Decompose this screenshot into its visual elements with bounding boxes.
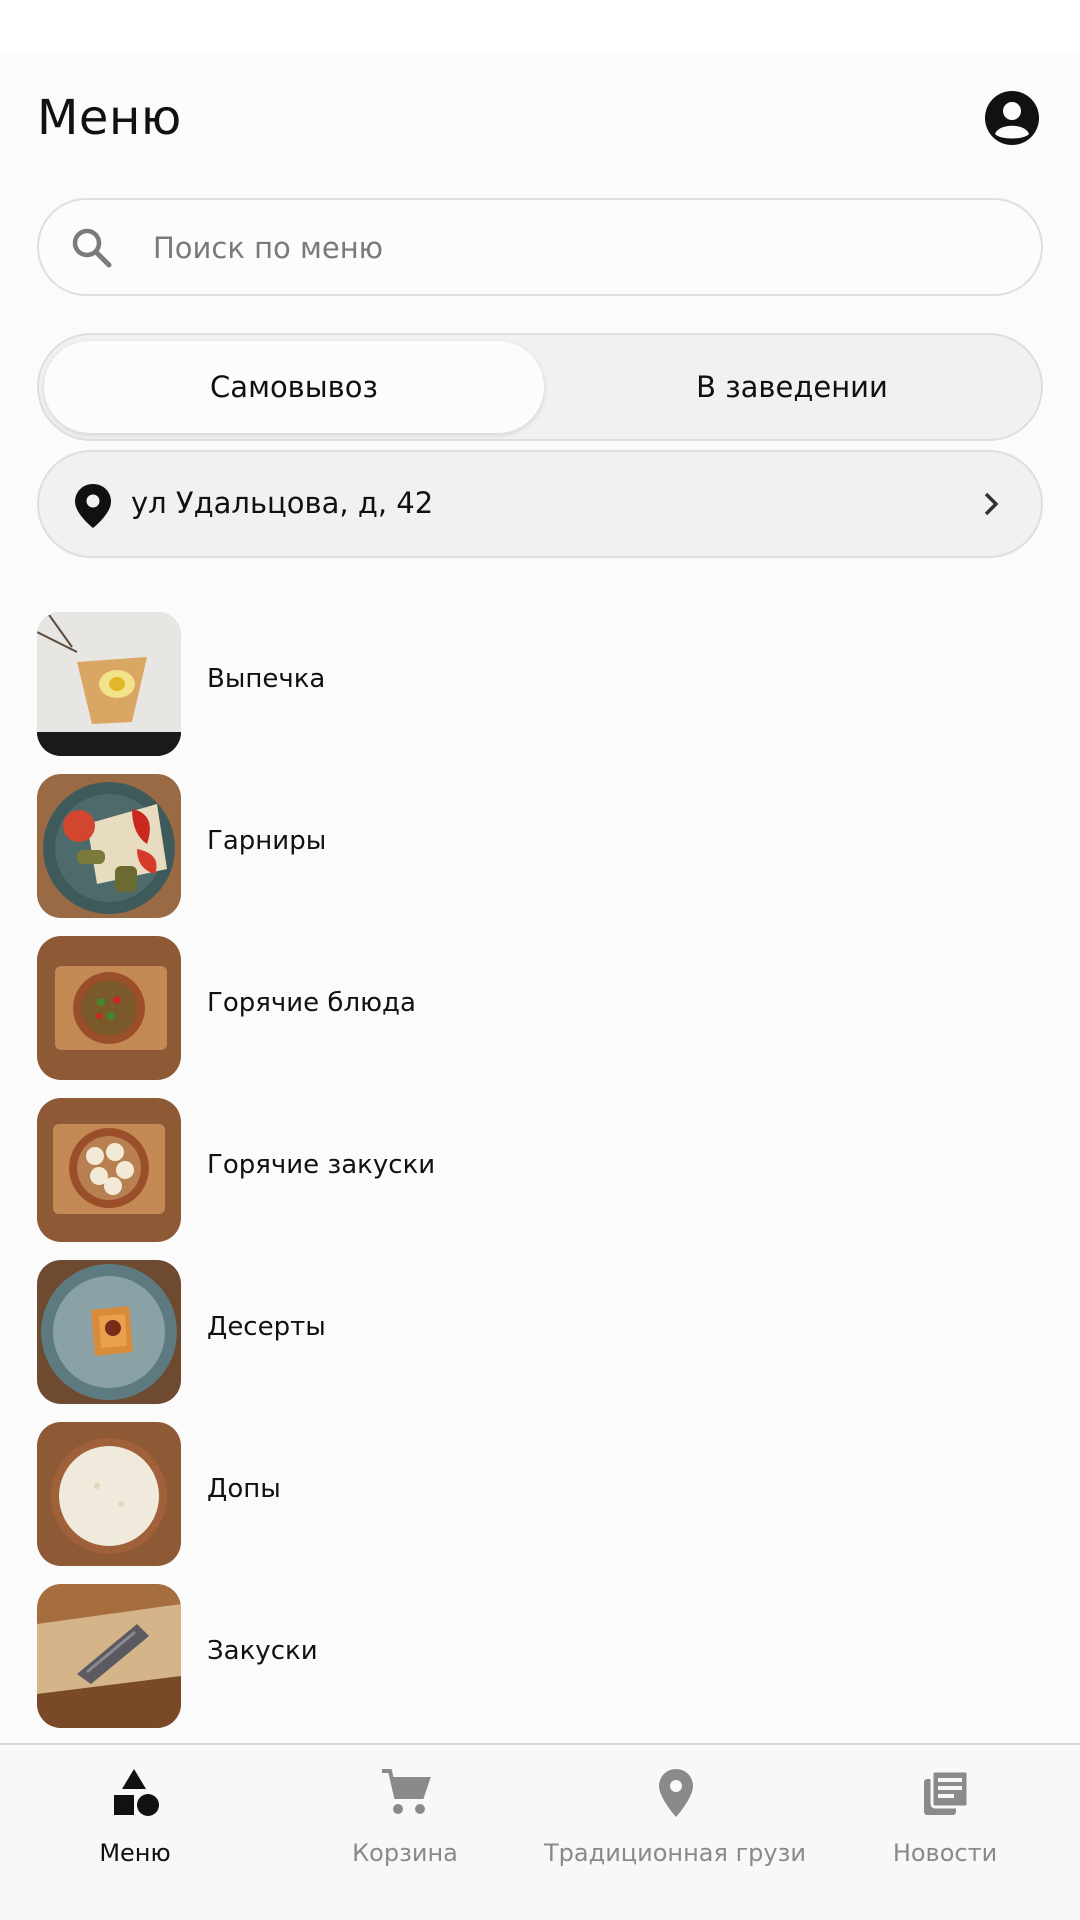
category-item-sides[interactable]: Гарниры — [0, 772, 1080, 934]
bottom-navigation: Меню Корзина Традиционная грузи Новости — [0, 1743, 1080, 1920]
category-image — [37, 1098, 181, 1242]
location-pin-icon — [659, 1769, 693, 1817]
category-item-pastry[interactable]: Выпечка — [0, 610, 1080, 772]
news-icon — [924, 1769, 970, 1815]
page-title: Меню — [37, 90, 182, 146]
search-bar[interactable] — [37, 198, 1043, 296]
category-label: Горячие закуски — [207, 1150, 436, 1180]
shapes-icon — [114, 1769, 159, 1816]
nav-item-menu[interactable]: Меню — [0, 1745, 270, 1895]
category-item-snacks[interactable]: Закуски — [0, 1582, 1080, 1744]
search-input[interactable] — [153, 222, 1013, 274]
category-image — [37, 1260, 181, 1404]
account-circle-icon — [985, 91, 1039, 145]
nav-label: Традиционная грузи — [544, 1839, 806, 1867]
category-label: Закуски — [207, 1636, 318, 1666]
nav-label: Меню — [99, 1839, 171, 1867]
dine-in-option[interactable]: В заведении — [541, 341, 1043, 433]
chevron-right-icon — [984, 492, 999, 516]
nav-item-cart[interactable]: Корзина — [270, 1745, 540, 1895]
category-image — [37, 1422, 181, 1566]
category-item-hot-appetizers[interactable]: Горячие закуски — [0, 1096, 1080, 1258]
nav-item-news[interactable]: Новости — [810, 1745, 1080, 1895]
category-label: Гарниры — [207, 826, 327, 856]
nav-label: Корзина — [352, 1839, 458, 1867]
category-item-hot-dishes[interactable]: Горячие блюда — [0, 934, 1080, 1096]
category-label: Допы — [207, 1474, 281, 1504]
category-image — [37, 774, 181, 918]
pickup-option[interactable]: Самовывоз — [44, 341, 544, 433]
category-label: Выпечка — [207, 664, 326, 694]
search-icon — [72, 228, 112, 268]
category-label: Горячие блюда — [207, 988, 416, 1018]
category-image — [37, 612, 181, 756]
nav-item-location[interactable]: Традиционная грузи — [540, 1745, 810, 1895]
category-label: Десерты — [207, 1312, 326, 1342]
header: Меню — [0, 52, 1080, 182]
order-mode-toggle: Самовывоз В заведении — [37, 333, 1043, 441]
location-pin-icon — [75, 484, 111, 528]
category-list: Выпечка Гарниры Горячие блюда Горячие за… — [0, 610, 1080, 1744]
address-selector[interactable]: ул Удальцова, д, 42 — [37, 450, 1043, 558]
profile-button[interactable] — [984, 90, 1040, 146]
nav-label: Новости — [892, 1839, 998, 1867]
status-bar — [0, 0, 1080, 52]
category-image — [37, 1584, 181, 1728]
category-item-desserts[interactable]: Десерты — [0, 1258, 1080, 1420]
cart-icon — [382, 1769, 431, 1814]
address-text: ул Удальцова, д, 42 — [131, 486, 434, 520]
category-image — [37, 936, 181, 1080]
category-item-extras[interactable]: Допы — [0, 1420, 1080, 1582]
